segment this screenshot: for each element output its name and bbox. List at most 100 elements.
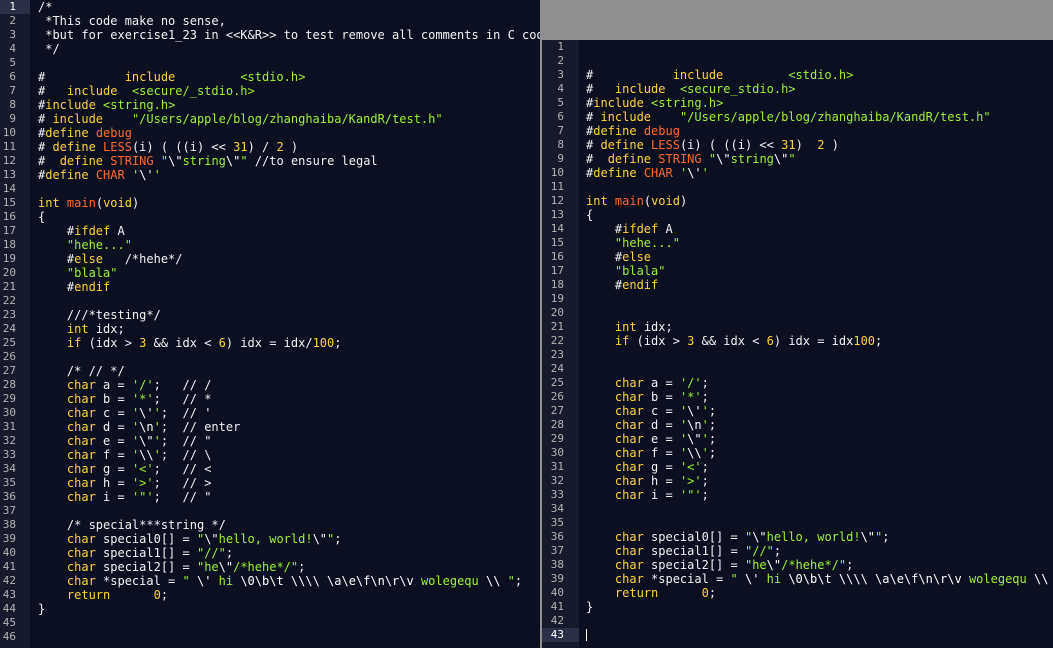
left-code-line[interactable]: 25 if (idx > 3 && idx < 6) idx = idx/100…	[0, 336, 540, 350]
right-code-line[interactable]: 18 #endif	[542, 278, 1053, 292]
keyword-token: ifdef	[622, 222, 659, 236]
left-code-line[interactable]: 33 char f = '\\'; // \	[0, 448, 540, 462]
right-code-line[interactable]: 6 # include "/Users/apple/blog/zhanghaiba…	[542, 110, 1053, 124]
left-code-line[interactable]: 6 # include <stdio.h>	[0, 70, 540, 84]
left-code-line[interactable]: 13 #define CHAR '\''	[0, 168, 540, 182]
left-code-line[interactable]: 10 #define debug	[0, 126, 540, 140]
left-code-line[interactable]: 1 /*	[0, 0, 540, 14]
right-code-line[interactable]: 37 char special1[] = "//";	[542, 544, 1053, 558]
right-code-line[interactable]: 34	[542, 502, 1053, 516]
left-code-line[interactable]: 43 return 0;	[0, 588, 540, 602]
left-code-line[interactable]: 31 char d = '\n'; // enter	[0, 420, 540, 434]
right-code-line[interactable]: 30 char f = '\\';	[542, 446, 1053, 460]
left-code-line[interactable]: 26	[0, 350, 540, 364]
left-code-line[interactable]: 7 # include <secure/_stdio.h>	[0, 84, 540, 98]
right-code-line[interactable]: 10 #define CHAR '\''	[542, 166, 1053, 180]
right-code-line[interactable]: 22 if (idx > 3 && idx < 6) idx = idx100;	[542, 334, 1053, 348]
right-code-line[interactable]: 32 char h = '>';	[542, 474, 1053, 488]
left-code-line[interactable]: 45	[0, 616, 540, 630]
right-code-line[interactable]: 3 # include <stdio.h>	[542, 68, 1053, 82]
left-code-line[interactable]: 22	[0, 294, 540, 308]
left-code-line[interactable]: 12 # define STRING "\"string\"" //to ensu…	[0, 154, 540, 168]
left-code-line[interactable]: 37	[0, 504, 540, 518]
right-code-line[interactable]: 35	[542, 516, 1053, 530]
left-code-line[interactable]: 17 #ifdef A	[0, 224, 540, 238]
left-code-line[interactable]: 3 *but for exercise1_23 in <<K&R>> to te…	[0, 28, 540, 42]
left-code-line[interactable]: 11 # define LESS(i) ( ((i) << 31) / 2 )	[0, 140, 540, 154]
keyword-token: char	[66, 574, 96, 588]
right-code-line[interactable]: 41}	[542, 600, 1053, 614]
right-code-line[interactable]: 25 char a = '/';	[542, 376, 1053, 390]
right-code-line[interactable]: 23	[542, 348, 1053, 362]
left-code-line[interactable]: 18 "hehe..."	[0, 238, 540, 252]
left-code-line[interactable]: 16 {	[0, 210, 540, 224]
left-code-line[interactable]: 9 # include "/Users/apple/blog/zhanghaiba…	[0, 112, 540, 126]
left-editor-pane[interactable]: 1/* 2 *This code make no sense, 3 *but for…	[0, 0, 540, 648]
right-code-line[interactable]: 11	[542, 180, 1053, 194]
left-code-line[interactable]: 35 char h = '>'; // >	[0, 476, 540, 490]
left-code-line[interactable]: 21 #endif	[0, 280, 540, 294]
left-code-area[interactable]: 1/* 2 *This code make no sense, 3 *but for…	[0, 0, 540, 648]
right-code-line[interactable]: 16 #else	[542, 250, 1053, 264]
right-code-line[interactable]: 26 char b = '*';	[542, 390, 1053, 404]
left-code-line[interactable]: 15 int main(void)	[0, 196, 540, 210]
right-code-line[interactable]: 2	[542, 54, 1053, 68]
left-code-line[interactable]: 28 char a = '/'; // /	[0, 378, 540, 392]
left-code-line[interactable]: 40 char special1[] = "//";	[0, 546, 540, 560]
left-code-line[interactable]: 29 char b = '*'; // *	[0, 392, 540, 406]
right-code-line[interactable]: 19	[542, 292, 1053, 306]
keyword-token: char	[614, 460, 644, 474]
right-code-line[interactable]: 29 char e = '\"';	[542, 432, 1053, 446]
right-code-line[interactable]: 24	[542, 362, 1053, 376]
left-code-line[interactable]: 4 */	[0, 42, 540, 56]
keyword-token: char	[614, 572, 644, 586]
left-code-line[interactable]: 24 int idx;	[0, 322, 540, 336]
right-code-line[interactable]: 33 char i = '"';	[542, 488, 1053, 502]
left-code-line[interactable]: 38 /* special***string */	[0, 518, 540, 532]
string-token: <stdio.h>	[240, 70, 306, 84]
right-code-line[interactable]: 5 #include <string.h>	[542, 96, 1053, 110]
left-code-line[interactable]: 41 char special2[] = "he\"/*hehe*/";	[0, 560, 540, 574]
right-code-line[interactable]: 8 # define LESS(i) ( ((i) << 31) 2 )	[542, 138, 1053, 152]
left-code-line[interactable]: 34 char g = '<'; // <	[0, 462, 540, 476]
right-line-code: char *special = " \' hi \0\b\t \\\\ \a\e…	[586, 572, 1053, 586]
right-code-line[interactable]: 20	[542, 306, 1053, 320]
left-code-line[interactable]: 30 char c = '\''; // '	[0, 406, 540, 420]
right-code-line[interactable]: 36 char special0[] = "\"hello, world!\""…	[542, 530, 1053, 544]
right-code-line[interactable]: 15 "hehe..."	[542, 236, 1053, 250]
left-code-line[interactable]: 44}	[0, 602, 540, 616]
right-code-line[interactable]: 31 char g = '<';	[542, 460, 1053, 474]
right-code-line[interactable]: 7 #define debug	[542, 124, 1053, 138]
right-code-area[interactable]: 1 2 3 # include <stdio.h> 4 # include <secure…	[542, 40, 1053, 648]
left-code-line[interactable]: 36 char i = '"'; // "	[0, 490, 540, 504]
right-code-line[interactable]: 4 # include <secure_stdio.h>	[542, 82, 1053, 96]
left-code-line[interactable]: 2 *This code make no sense,	[0, 14, 540, 28]
left-code-line[interactable]: 5	[0, 56, 540, 70]
right-code-line[interactable]: 38 char special2[] = "he\"/*hehe*/";	[542, 558, 1053, 572]
right-code-line[interactable]: 17 "blala"	[542, 264, 1053, 278]
left-code-line[interactable]: 32 char e = '\"'; // "	[0, 434, 540, 448]
right-code-line[interactable]: 39 char *special = " \' hi \0\b\t \\\\ \…	[542, 572, 1053, 586]
left-code-line[interactable]: 46	[0, 630, 540, 644]
right-code-line[interactable]: 21 int idx;	[542, 320, 1053, 334]
right-code-line[interactable]: 40 return 0;	[542, 586, 1053, 600]
left-code-line[interactable]: 42 char *special = " \' hi \0\b\t \\\\ \…	[0, 574, 540, 588]
right-code-line[interactable]: 12 int main(void)	[542, 194, 1053, 208]
right-code-line[interactable]: 9 # define STRING "\"string\""	[542, 152, 1053, 166]
left-code-line[interactable]: 14	[0, 182, 540, 196]
right-code-line[interactable]: 27 char c = '\'';	[542, 404, 1053, 418]
right-code-line[interactable]: 14 #ifdef A	[542, 222, 1053, 236]
right-code-line[interactable]: 42	[542, 614, 1053, 628]
right-code-line[interactable]: 43	[542, 628, 1053, 642]
left-code-line[interactable]: 8 #include <string.h>	[0, 98, 540, 112]
left-code-line[interactable]: 19 #else /*hehe*/	[0, 252, 540, 266]
left-code-line[interactable]: 23 ///*testing*/	[0, 308, 540, 322]
right-code-line[interactable]: 1	[542, 40, 1053, 54]
right-editor-pane[interactable]: 1 2 3 # include <stdio.h> 4 # include <secure…	[542, 40, 1053, 648]
left-code-line[interactable]: 39 char special0[] = "\"hello, world!\""…	[0, 532, 540, 546]
right-code-line[interactable]: 13 {	[542, 208, 1053, 222]
right-code-line[interactable]: 28 char d = '\n';	[542, 418, 1053, 432]
left-code-line[interactable]: 20 "blala"	[0, 266, 540, 280]
left-code-line[interactable]: 27 /* // */	[0, 364, 540, 378]
